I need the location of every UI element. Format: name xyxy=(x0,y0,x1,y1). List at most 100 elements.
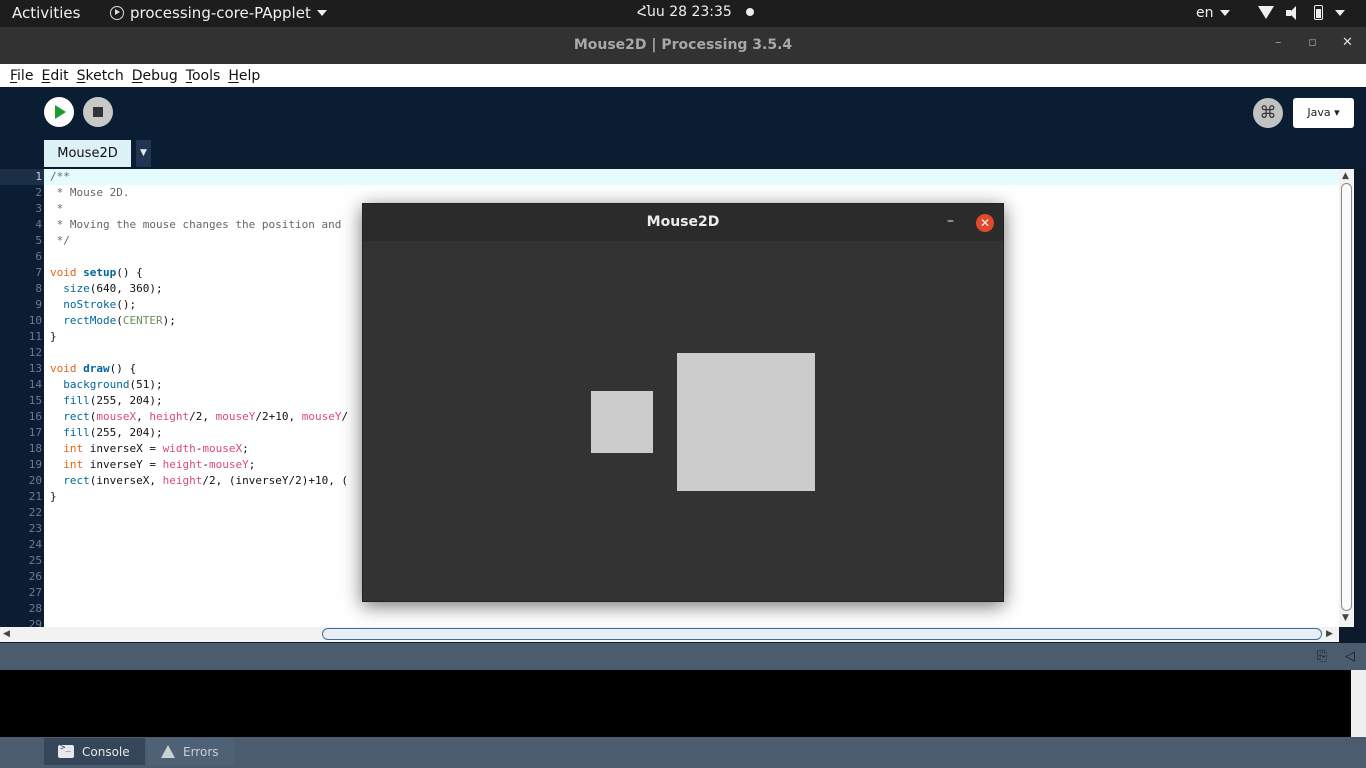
sketch-window[interactable]: Mouse2D – ✕ xyxy=(362,203,1004,602)
code-line[interactable] xyxy=(50,249,348,265)
code-token: (640, 360); xyxy=(89,282,163,295)
code-line[interactable]: void draw() { xyxy=(50,361,348,377)
line-number: 14 xyxy=(28,378,42,391)
line-number: 23 xyxy=(28,522,42,535)
volume-icon xyxy=(1286,5,1302,20)
vertical-scroll-thumb[interactable] xyxy=(1341,183,1352,611)
code-line[interactable]: } xyxy=(50,489,348,505)
code-line[interactable]: rect(inverseX, height/2, (inverseY/2)+10… xyxy=(50,473,348,489)
code-line[interactable]: size(640, 360); xyxy=(50,281,348,297)
code-line[interactable]: background(51); xyxy=(50,377,348,393)
code-token: mouseY xyxy=(215,410,256,423)
minimize-button[interactable]: – xyxy=(1275,35,1282,50)
code-line[interactable]: * Mouse 2D. xyxy=(50,185,348,201)
toolbar xyxy=(0,87,1366,139)
activities-button[interactable]: Activities xyxy=(12,4,80,22)
code-token: inverseY = xyxy=(83,458,163,471)
close-button[interactable]: ✕ xyxy=(1342,35,1353,50)
code-line[interactable]: * xyxy=(50,201,348,217)
code-token: setup xyxy=(83,266,117,279)
code-token: fill xyxy=(63,394,90,407)
line-number: 22 xyxy=(28,506,42,519)
sketch-close-button[interactable]: ✕ xyxy=(976,214,994,232)
system-tray[interactable] xyxy=(1258,5,1345,20)
code-line[interactable]: } xyxy=(50,329,348,345)
menu-edit[interactable]: Edit xyxy=(41,68,68,84)
scroll-right-arrow-icon[interactable]: ▶ xyxy=(1326,629,1333,639)
menu-help[interactable]: Help xyxy=(228,68,260,84)
code-line[interactable]: * Moving the mouse changes the position … xyxy=(50,217,348,233)
errors-tab[interactable]: Errors xyxy=(147,738,234,765)
code-token: /2, (inverseY/2)+10, ( xyxy=(202,474,349,487)
code-line[interactable]: rect(mouseX, height/2, mouseY/2+10, mous… xyxy=(50,409,348,425)
code-token: CENTER xyxy=(122,314,163,327)
code-line[interactable]: int inverseY = height-mouseY; xyxy=(50,457,348,473)
debugger-button[interactable]: ⌘ xyxy=(1253,98,1283,128)
tab-mouse2d[interactable]: Mouse2D xyxy=(44,140,131,167)
line-number: 12 xyxy=(28,346,42,359)
line-number: 4 xyxy=(35,218,42,231)
code-token: /2, xyxy=(189,410,216,423)
app-menu[interactable]: processing-core-PApplet xyxy=(110,4,327,22)
code-line[interactable]: */ xyxy=(50,233,348,249)
status-bar xyxy=(0,643,1366,670)
sketch-minimize-button[interactable]: – xyxy=(947,213,954,229)
code-line[interactable]: /** xyxy=(50,169,348,185)
line-number: 20 xyxy=(28,474,42,487)
menu-tools[interactable]: Tools xyxy=(186,68,221,84)
horizontal-scroll-thumb[interactable] xyxy=(322,628,1322,640)
code-line[interactable]: noStroke(); xyxy=(50,297,348,313)
chevron-down-icon xyxy=(1219,10,1230,16)
code-line[interactable]: void setup() { xyxy=(50,265,348,281)
code-line[interactable]: rectMode(CENTER); xyxy=(50,313,348,329)
code-token: mouseX xyxy=(202,442,243,455)
maximize-button[interactable]: ▫ xyxy=(1308,35,1317,50)
menu-sketch[interactable]: Sketch xyxy=(77,68,124,84)
system-top-bar: Activities processing-core-PApplet Հնս 2… xyxy=(0,0,1366,27)
console-scrollbar[interactable] xyxy=(1351,670,1366,737)
vertical-scrollbar[interactable] xyxy=(1339,169,1354,627)
menu-debug[interactable]: Debug xyxy=(132,68,178,84)
code-token: int xyxy=(63,458,84,471)
run-button[interactable] xyxy=(44,97,74,127)
clock[interactable]: Հնս 28 23:35 xyxy=(637,4,754,20)
line-number: 2 xyxy=(35,186,42,199)
line-number: 21 xyxy=(28,490,42,503)
code-line[interactable] xyxy=(50,345,348,361)
line-number: 10 xyxy=(28,314,42,327)
code-line[interactable]: int inverseX = width-mouseX; xyxy=(50,441,348,457)
line-number: 6 xyxy=(35,250,42,263)
scroll-left-arrow-icon[interactable]: ◀ xyxy=(3,629,10,639)
code-token: height xyxy=(162,474,203,487)
code-token: ); xyxy=(162,314,176,327)
code-token: noStroke xyxy=(63,298,117,311)
code-token: rect xyxy=(63,410,90,423)
scroll-down-arrow-icon[interactable]: ▼ xyxy=(1342,613,1349,623)
console-output[interactable] xyxy=(0,670,1366,737)
language-selector[interactable]: en xyxy=(1196,5,1230,21)
code-token: /2+10, xyxy=(255,410,302,423)
scroll-up-arrow-icon[interactable]: ▲ xyxy=(1342,171,1349,181)
code-line[interactable]: fill(255, 204); xyxy=(50,425,348,441)
code-token: void xyxy=(50,266,77,279)
collapse-console-icon[interactable]: ◁ xyxy=(1345,649,1355,664)
stop-button[interactable] xyxy=(83,97,113,127)
horizontal-scrollbar[interactable] xyxy=(0,627,1339,642)
line-number: 5 xyxy=(35,234,42,247)
copy-console-icon[interactable]: ⎘ xyxy=(1317,649,1327,664)
sketch-canvas[interactable] xyxy=(363,241,1003,601)
tab-menu-button[interactable]: ▼ xyxy=(136,140,151,167)
chevron-down-icon xyxy=(1335,9,1345,16)
small-square xyxy=(591,391,653,453)
console-tab[interactable]: Console xyxy=(44,738,145,765)
code-token: ; xyxy=(248,458,256,471)
tab-bar xyxy=(0,139,1366,167)
code-token: inverseX = xyxy=(83,442,163,455)
wifi-icon xyxy=(1258,6,1274,19)
mode-selector[interactable]: Java ▾ xyxy=(1293,98,1354,128)
code-line[interactable]: fill(255, 204); xyxy=(50,393,348,409)
language-label: en xyxy=(1196,5,1214,21)
menu-file[interactable]: File xyxy=(10,68,33,84)
warning-icon xyxy=(161,745,175,758)
